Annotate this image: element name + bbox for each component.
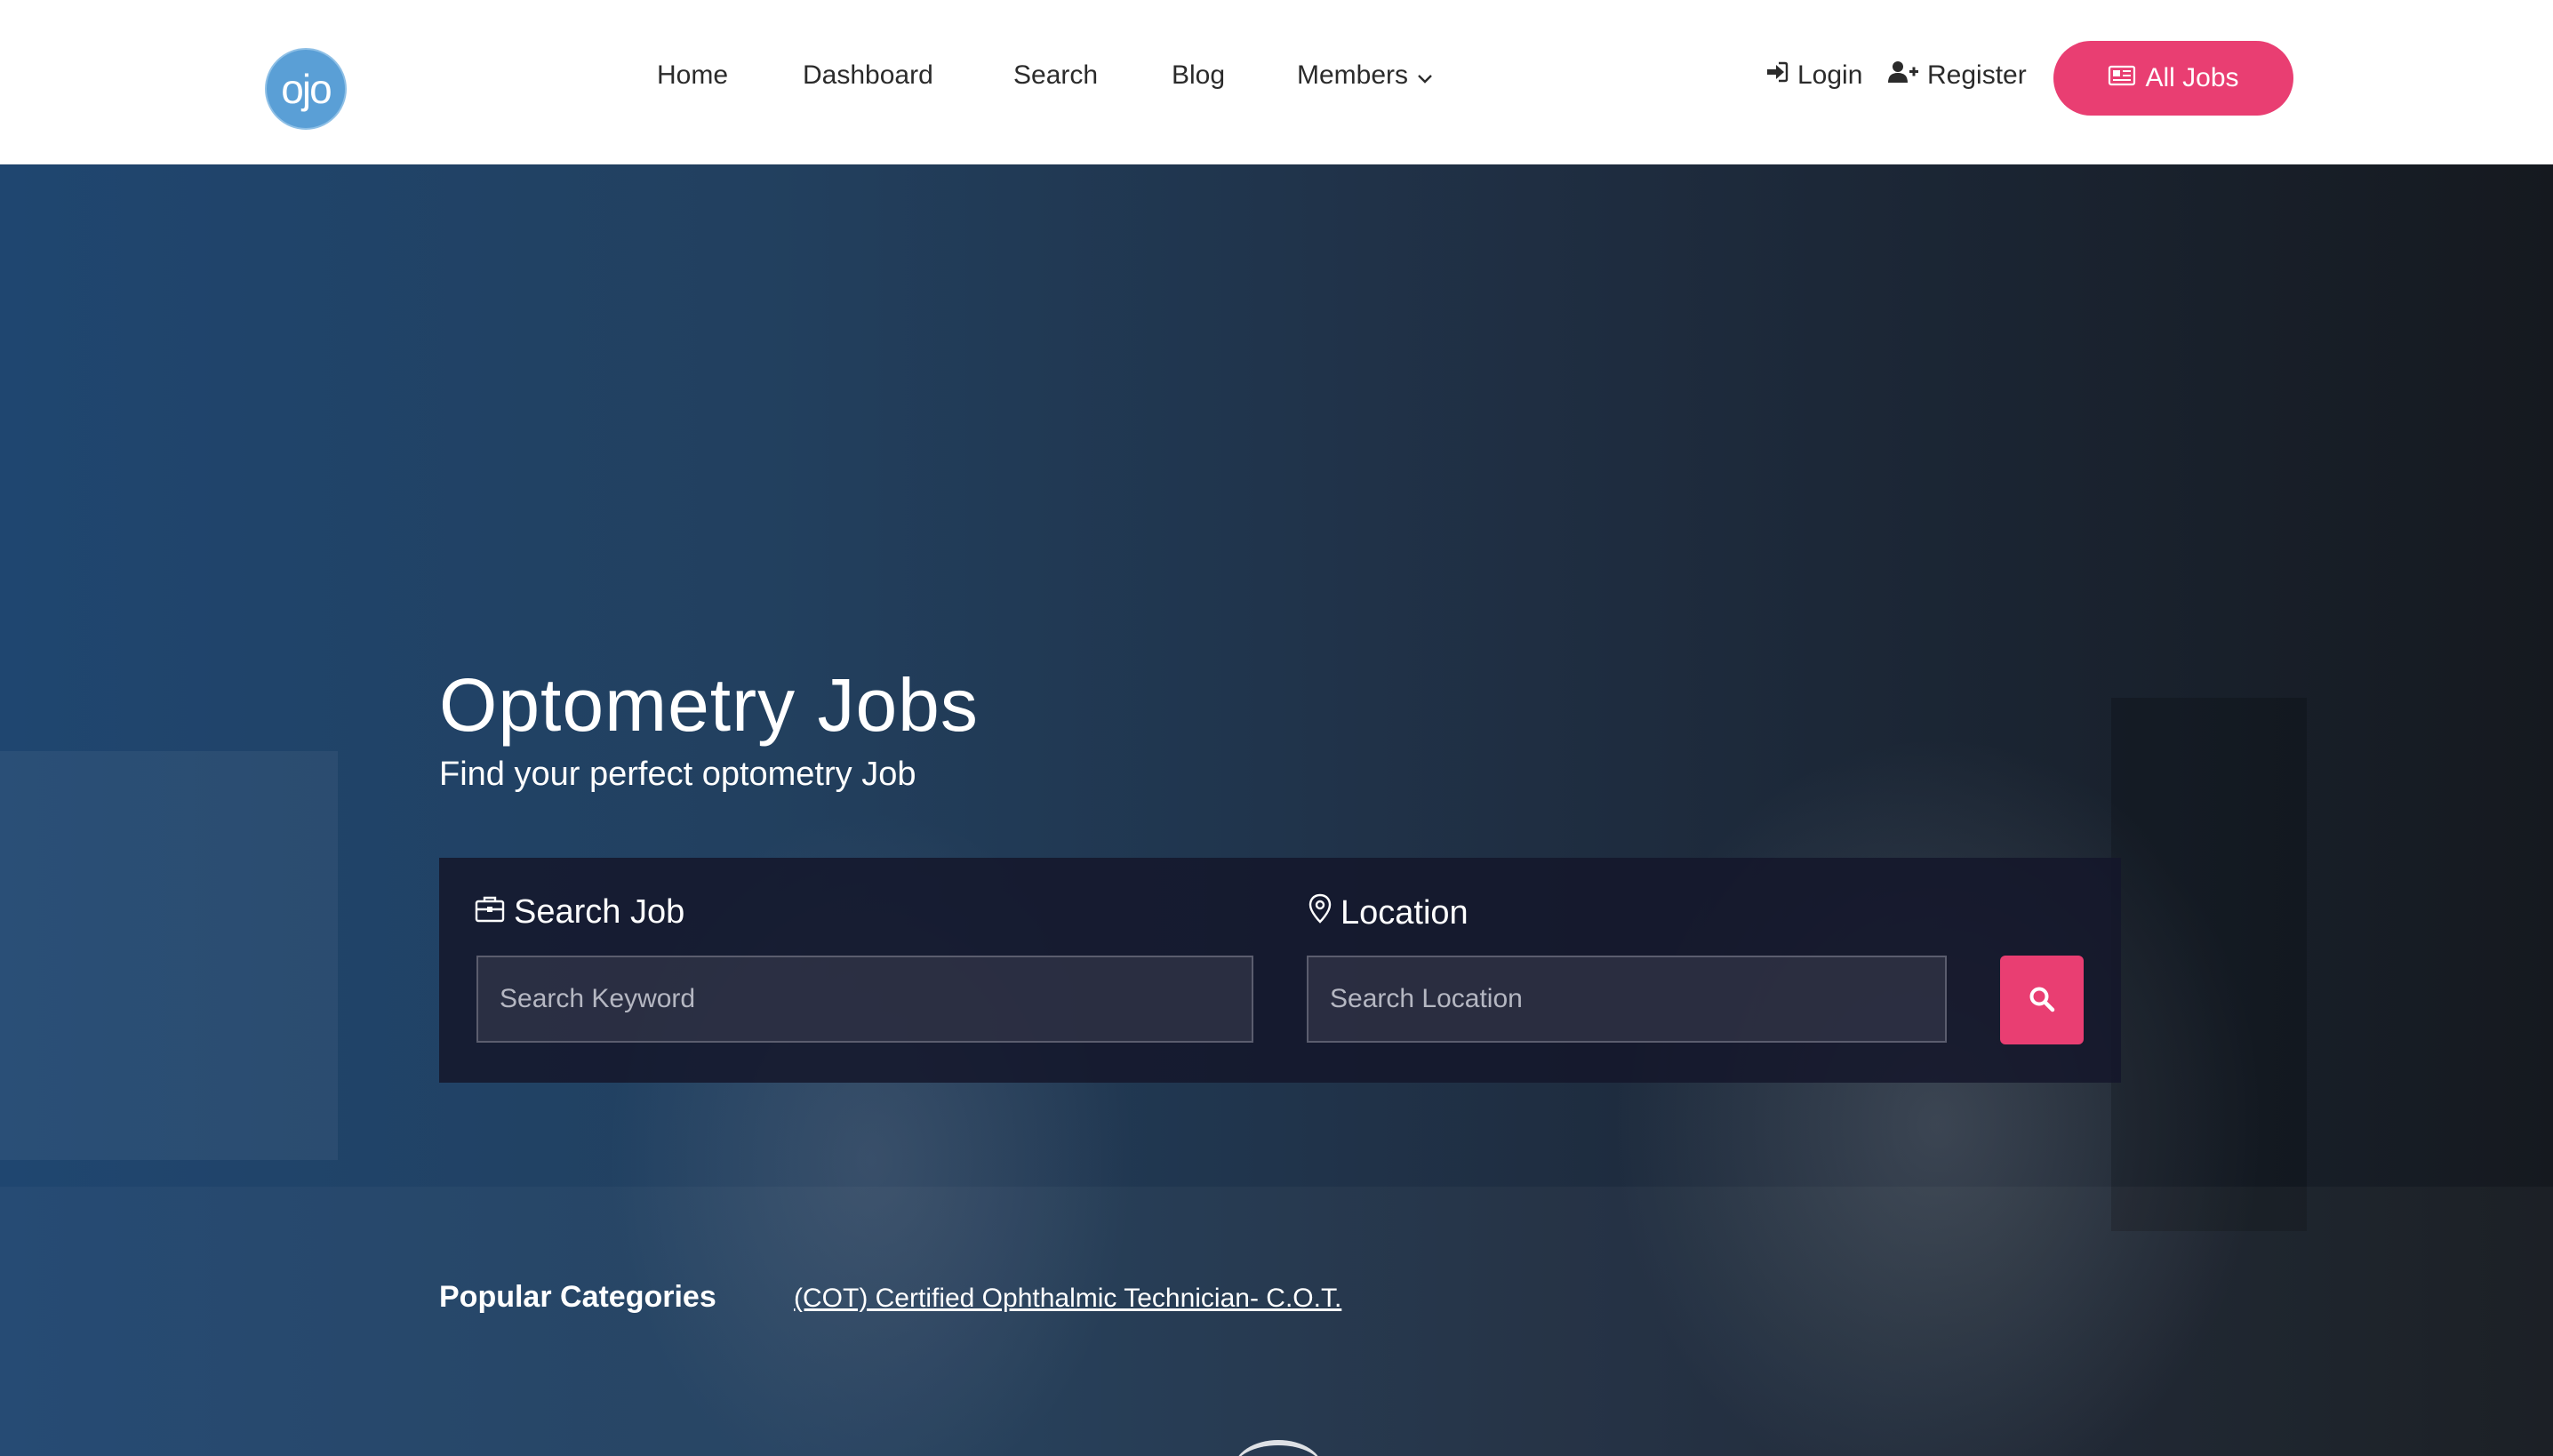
login-label: Login [1797,60,1863,90]
hero-title: Optometry Jobs [439,663,979,747]
location-text: Location [1341,893,1469,932]
search-job-text: Search Job [514,893,685,931]
nav-members[interactable]: Members [1297,60,1433,92]
search-submit-button[interactable] [2000,956,2084,1044]
popular-category-link[interactable]: (COT) Certified Ophthalmic Technician- C… [794,1284,1341,1314]
popular-categories-label: Popular Categories [439,1280,716,1314]
register-label: Register [1927,60,2027,90]
user-plus-icon [1888,60,1918,91]
chevron-down-icon [1417,61,1433,92]
nav-members-label: Members [1297,60,1409,90]
all-jobs-button[interactable]: All Jobs [2053,41,2293,116]
register-link[interactable]: Register [1888,60,2027,91]
briefcase-icon [475,893,505,932]
search-keyword-input[interactable] [476,956,1253,1043]
location-label: Location [1309,893,1469,932]
search-location-input[interactable] [1307,956,1947,1043]
nav-dashboard[interactable]: Dashboard [803,60,933,91]
hero-subtitle: Find your perfect optometry Job [439,756,916,793]
search-job-label: Search Job [475,893,684,932]
hero-section: Optometry Jobs Find your perfect optomet… [0,164,2553,1456]
login-link[interactable]: Login [1765,60,1862,91]
site-header: ojo Home Dashboard Search Blog Members L… [0,0,2553,164]
search-icon [2029,986,2055,1015]
nav-blog[interactable]: Blog [1172,60,1225,91]
job-search-panel: Search Job Location [439,858,2121,1083]
hero-content: Optometry Jobs Find your perfect optomet… [0,164,2553,1456]
sign-in-icon [1765,60,1789,91]
nav-home[interactable]: Home [657,60,728,91]
nav-search[interactable]: Search [1013,60,1098,91]
all-jobs-label: All Jobs [2145,63,2239,92]
newspaper-icon [2108,63,2136,93]
map-pin-icon [1309,893,1332,932]
